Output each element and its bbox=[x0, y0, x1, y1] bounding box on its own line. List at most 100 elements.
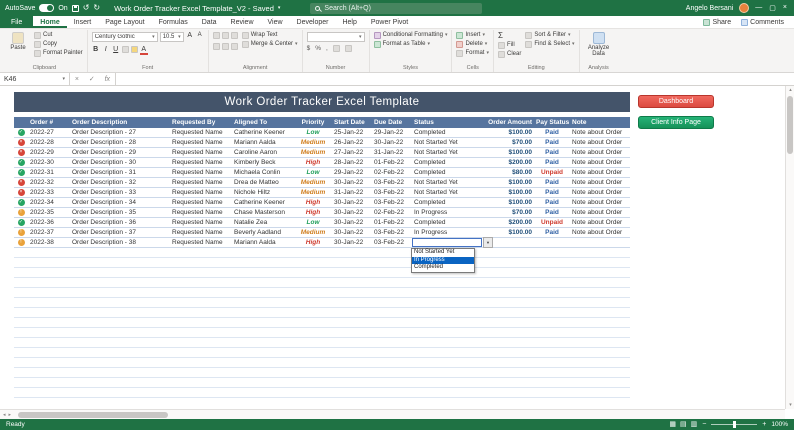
client-info-page-button[interactable]: Client Info Page bbox=[638, 116, 714, 129]
due-date-cell[interactable]: 03-Feb-22 bbox=[372, 238, 412, 247]
empty-row[interactable] bbox=[14, 288, 630, 298]
order-amount-cell[interactable]: $200.00 bbox=[482, 218, 534, 227]
requested-by-cell[interactable]: Requested Name bbox=[170, 168, 232, 177]
italic-button[interactable]: I bbox=[102, 46, 110, 55]
increase-decimal-icon[interactable] bbox=[333, 45, 340, 52]
page-layout-view-icon[interactable]: ▤ bbox=[680, 421, 687, 428]
empty-row[interactable] bbox=[14, 268, 630, 278]
pay-status-cell[interactable]: Paid bbox=[534, 138, 570, 147]
tab-insert[interactable]: Insert bbox=[67, 16, 99, 28]
priority-cell[interactable]: Medium bbox=[294, 188, 332, 197]
page-break-view-icon[interactable]: ▥ bbox=[691, 421, 698, 428]
sort-filter-button[interactable]: Sort & Filter▾ bbox=[525, 32, 574, 39]
requested-by-cell[interactable]: Requested Name bbox=[170, 158, 232, 167]
confirm-entry-icon[interactable]: ✓ bbox=[89, 75, 95, 83]
order-number-cell[interactable]: 2022-31 bbox=[28, 168, 70, 177]
find-select-button[interactable]: Find & Select▾ bbox=[525, 41, 574, 48]
tab-developer[interactable]: Developer bbox=[290, 16, 336, 28]
requested-by-cell[interactable]: Requested Name bbox=[170, 148, 232, 157]
empty-row[interactable] bbox=[14, 328, 630, 338]
priority-cell[interactable]: Low bbox=[294, 128, 332, 137]
column-header[interactable]: Order # bbox=[28, 117, 70, 128]
table-row[interactable]: ✓2022-34Order Description - 34Requested … bbox=[14, 198, 630, 208]
note-cell[interactable]: Note about Order bbox=[570, 138, 630, 147]
scroll-right-icon[interactable]: ▸ bbox=[9, 412, 12, 418]
status-cell[interactable]: Completed bbox=[412, 168, 482, 177]
priority-cell[interactable]: Low bbox=[294, 218, 332, 227]
table-row[interactable]: ×2022-28Order Description - 28Requested … bbox=[14, 138, 630, 148]
order-number-cell[interactable]: 2022-34 bbox=[28, 198, 70, 207]
order-amount-cell[interactable]: $100.00 bbox=[482, 148, 534, 157]
order-number-cell[interactable]: 2022-29 bbox=[28, 148, 70, 157]
paste-button[interactable]: Paste bbox=[6, 32, 30, 51]
analyze-data-button[interactable]: Analyze Data bbox=[584, 32, 614, 57]
align-center-icon[interactable] bbox=[222, 43, 229, 50]
zoom-in-icon[interactable]: + bbox=[762, 421, 766, 428]
autosum-button[interactable]: Σ bbox=[498, 32, 521, 40]
order-amount-cell[interactable]: $100.00 bbox=[482, 128, 534, 137]
table-row[interactable]: ×2022-32Order Description - 32Requested … bbox=[14, 178, 630, 188]
order-number-cell[interactable]: 2022-28 bbox=[28, 138, 70, 147]
table-row[interactable]: ✓2022-30Order Description - 30Requested … bbox=[14, 158, 630, 168]
horizontal-scroll-thumb[interactable] bbox=[18, 412, 168, 418]
note-cell[interactable]: Note about Order bbox=[570, 168, 630, 177]
insert-function-icon[interactable]: fx bbox=[105, 76, 110, 83]
zoom-slider[interactable] bbox=[711, 424, 757, 425]
start-date-cell[interactable]: 30-Jan-22 bbox=[332, 178, 372, 187]
pay-status-cell[interactable]: Paid bbox=[534, 198, 570, 207]
priority-cell[interactable]: Medium bbox=[294, 148, 332, 157]
format-cells-button[interactable]: Format▾ bbox=[456, 50, 489, 57]
cut-button[interactable]: Cut bbox=[34, 32, 83, 39]
order-description-cell[interactable]: Order Description - 32 bbox=[70, 178, 170, 187]
wrap-text-button[interactable]: Wrap Text bbox=[242, 32, 298, 39]
tab-view[interactable]: View bbox=[261, 16, 290, 28]
column-header[interactable]: Aligned To bbox=[232, 117, 294, 128]
tab-power-pivot[interactable]: Power Pivot bbox=[364, 16, 415, 28]
vertical-scrollbar[interactable]: ▴ ▾ bbox=[785, 86, 794, 409]
start-date-cell[interactable]: 30-Jan-22 bbox=[332, 228, 372, 237]
order-description-cell[interactable]: Order Description - 29 bbox=[70, 148, 170, 157]
pay-status-cell[interactable]: Unpaid bbox=[534, 218, 570, 227]
requested-by-cell[interactable]: Requested Name bbox=[170, 138, 232, 147]
table-row[interactable]: !2022-35Order Description - 35Requested … bbox=[14, 208, 630, 218]
order-amount-cell[interactable]: $200.00 bbox=[482, 158, 534, 167]
empty-row[interactable] bbox=[14, 338, 630, 348]
align-right-icon[interactable] bbox=[231, 43, 238, 50]
due-date-cell[interactable]: 03-Feb-22 bbox=[372, 228, 412, 237]
align-middle-icon[interactable] bbox=[222, 32, 229, 39]
status-cell[interactable]: Completed bbox=[412, 158, 482, 167]
user-name[interactable]: Angelo Bersani bbox=[686, 5, 733, 12]
order-amount-cell[interactable]: $100.00 bbox=[482, 188, 534, 197]
priority-cell[interactable]: High bbox=[294, 158, 332, 167]
empty-row[interactable] bbox=[14, 258, 630, 268]
requested-by-cell[interactable]: Requested Name bbox=[170, 128, 232, 137]
assigned-to-cell[interactable]: Mariann Aalda bbox=[232, 238, 294, 247]
comments-button[interactable]: Comments bbox=[741, 19, 784, 26]
number-group-label[interactable]: Number bbox=[307, 64, 365, 72]
table-row[interactable]: ✓2022-36Order Description - 36Requested … bbox=[14, 218, 630, 228]
assigned-to-cell[interactable]: Drea de Matteo bbox=[232, 178, 294, 187]
order-amount-cell[interactable]: $100.00 bbox=[482, 228, 534, 237]
maximize-button[interactable]: ▢ bbox=[769, 4, 776, 12]
order-description-cell[interactable]: Order Description - 35 bbox=[70, 208, 170, 217]
clipboard-group-label[interactable]: Clipboard bbox=[6, 64, 83, 72]
assigned-to-cell[interactable]: Chase Masterson bbox=[232, 208, 294, 217]
cancel-entry-icon[interactable]: × bbox=[75, 76, 79, 83]
order-number-cell[interactable]: 2022-36 bbox=[28, 218, 70, 227]
empty-row[interactable] bbox=[14, 388, 630, 398]
zoom-level[interactable]: 100% bbox=[771, 421, 788, 428]
save-icon[interactable] bbox=[72, 5, 79, 12]
order-description-cell[interactable]: Order Description - 28 bbox=[70, 138, 170, 147]
note-cell[interactable]: Note about Order bbox=[570, 158, 630, 167]
order-number-cell[interactable]: 2022-32 bbox=[28, 178, 70, 187]
grow-font-icon[interactable]: A bbox=[186, 32, 194, 42]
due-date-cell[interactable]: 02-Feb-22 bbox=[372, 208, 412, 217]
assigned-to-cell[interactable]: Michaela Conlin bbox=[232, 168, 294, 177]
start-date-cell[interactable]: 30-Jan-22 bbox=[332, 218, 372, 227]
horizontal-scrollbar[interactable]: ◂ ▸ bbox=[0, 409, 785, 419]
pay-status-cell[interactable]: Paid bbox=[534, 158, 570, 167]
tab-data[interactable]: Data bbox=[195, 16, 224, 28]
fill-button[interactable]: Fill bbox=[498, 42, 521, 49]
column-header[interactable]: Priority bbox=[294, 117, 332, 128]
scroll-left-icon[interactable]: ◂ bbox=[3, 412, 6, 418]
